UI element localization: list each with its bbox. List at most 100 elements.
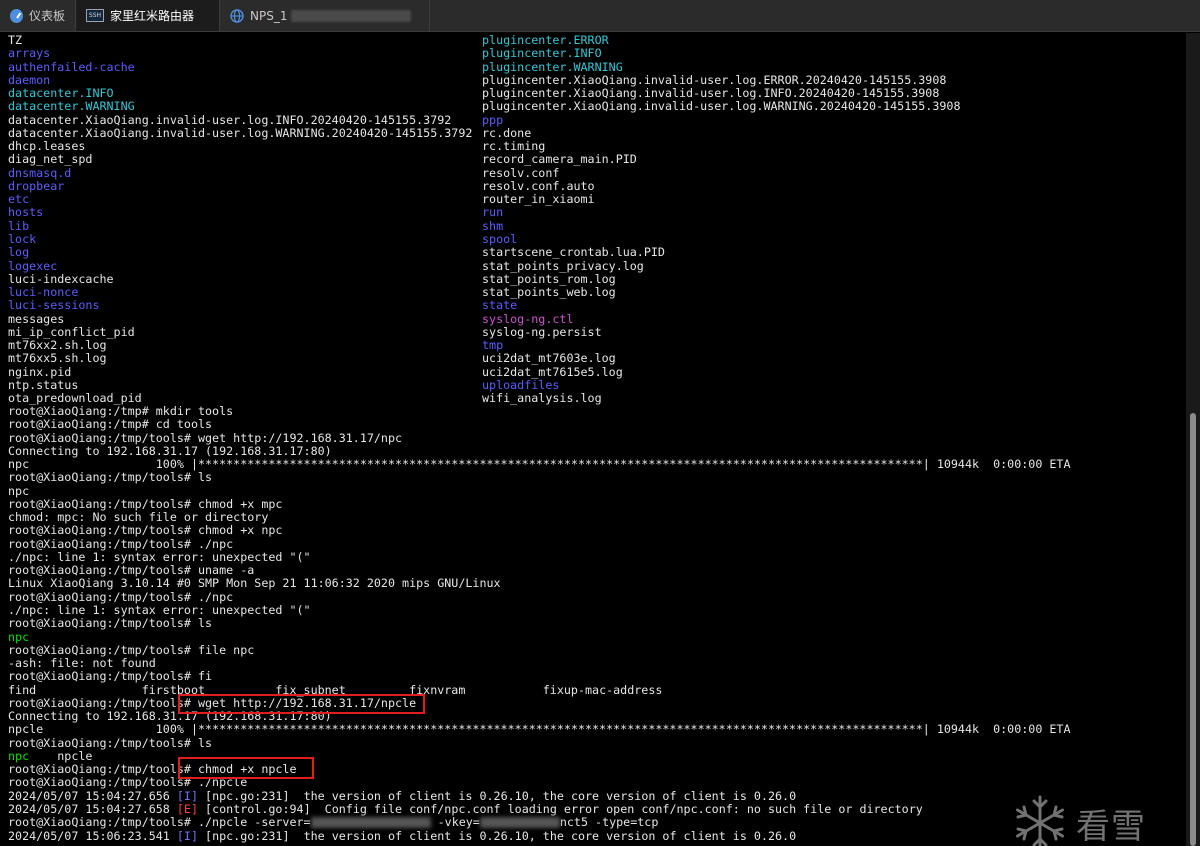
shell-session: root@XiaoQiang:/tmp# mkdir tools root@Xia… [8,404,1180,843]
ssh-icon: SSH [86,9,104,22]
listing-entry: router_in_xiaomi [482,192,595,207]
listing-entry: log [8,245,30,260]
listing-entry: state [482,298,518,313]
terminal-text: root@XiaoQiang:/tmp/tools# ls [8,470,213,485]
listing-entry: startscene_crontab.lua.PID [482,245,665,260]
scrollbar[interactable] [1186,33,1200,846]
terminal-text: find firstboot fix_subnet fixnvram fixup… [8,682,663,697]
terminal-text: root@XiaoQiang:/tmp/tools# ./npc [8,536,234,551]
terminal-line: Connecting to 192.168.31.17 (192.168.31.… [8,443,1180,458]
listing-entry: plugincenter.ERROR [482,33,609,47]
terminal-text: [E] [176,801,199,816]
terminal-line: npc [8,629,1180,644]
terminal-text: Connecting to 192.168.31.17 (192.168.31.… [8,443,332,458]
listing-entry: TZ [8,33,23,47]
terminal-line: ./npc: line 1: syntax error: unexpected … [8,602,1180,617]
listing-entry: uploadfiles [482,377,560,392]
tab-bar: 仪表板 SSH 家里红米路由器 NPS_1 [0,0,1200,32]
listing-entry: syslog-ng.ctl [482,311,574,326]
listing-entry: etc [8,192,30,207]
tab-dashboard[interactable]: 仪表板 [0,0,76,31]
listing-entry: lib [8,218,30,233]
watermark-text: 看雪 [1076,806,1146,846]
terminal-line: root@XiaoQiang:/tmp/tools# file npc [8,643,1180,657]
terminal-text: root@XiaoQiang:/tmp/tools# ./npc [8,589,234,604]
terminal-line: npc npcle [8,748,1180,763]
globe-icon [230,8,244,23]
listing-entry: rc.timing [482,139,546,154]
terminal-text: root@XiaoQiang:/tmp/tools# chmod +x mpc [8,496,283,511]
terminal-output[interactable]: TZ arrays authenfailed-cache daemon datacent… [0,33,1186,846]
listing-entry: record_camera_main.PID [482,152,637,167]
terminal-text: ./npc: line 1: syntax error: unexpected … [8,602,311,617]
tab-nps[interactable]: NPS_1 [220,0,430,31]
listing-entry: ppp [482,112,504,127]
terminal-line: ./npc: line 1: syntax error: unexpected … [8,550,1180,564]
listing-entry: datacenter.XiaoQiang.invalid-user.log.WA… [8,125,473,140]
listing-entry: luci-nonce [8,285,79,300]
listing-entry: stat_points_privacy.log [482,258,644,273]
listing-entry: syslog-ng.persist [482,324,602,339]
listing-entry: wifi_analysis.log [482,391,602,406]
terminal-text: Connecting to 192.168.31.17 (192.168.31.… [8,709,332,724]
terminal-line: root@XiaoQiang:/tmp/tools# chmod +x npc [8,524,1180,537]
listing-entry: diag_net_spd [8,152,93,167]
terminal-text: root@XiaoQiang:/tmp/tools# uname -a [8,563,255,578]
terminal-line: root@XiaoQiang:/tmp/tools# wget http://1… [8,431,1180,445]
terminal-line: Connecting to 192.168.31.17 (192.168.31.… [8,709,1180,724]
listing-entry: mi_ip_conflict_pid [8,324,135,339]
listing-entry: resolv.conf [482,165,560,180]
terminal-line: root@XiaoQiang:/tmp/tools# ls [8,735,1180,750]
terminal-text: root@XiaoQiang:/tmp/tools# chmod +x npcl… [8,762,297,777]
listing-entry: uci2dat_mt7615e5.log [482,364,623,379]
listing-entry: tmp [482,338,504,353]
terminal-text: -ash: file: not found [8,656,156,671]
terminal-text: root@XiaoQiang:/tmp/tools# ./npcle [8,775,248,790]
tab-dashboard-label: 仪表板 [28,9,65,23]
terminal-text: root@XiaoQiang:/tmp/tools# chmod +x npc [8,523,283,538]
terminal-line: Linux XiaoQiang 3.10.14 #0 SMP Mon Sep 2… [8,577,1180,590]
terminal-line: chmod: mpc: No such file or directory [8,510,1180,525]
terminal-line: 2024/05/07 15:04:27.658 [E] [control.go:… [8,801,1180,816]
listing-entry: resolv.conf.auto [482,178,595,193]
terminal-text: root@XiaoQiang:/tmp# mkdir tools [8,404,234,418]
terminal-text: npc [8,629,30,644]
terminal-text: chmod: mpc: No such file or directory [8,510,269,525]
terminal-line: find firstboot fix_subnet fixnvram fixup… [8,682,1180,697]
terminal-line: root@XiaoQiang:/tmp/tools# chmod +x npcl… [8,763,1180,776]
terminal-line: npc [8,484,1180,498]
listing-entry: datacenter.XiaoQiang.invalid-user.log.IN… [8,112,452,127]
terminal-text: 2024/05/07 15:04:27.656 [8,788,177,803]
terminal-text: npc [8,748,30,763]
listing-entry: arrays [8,46,51,61]
terminal-text: root@XiaoQiang:/tmp/tools# fi [8,669,213,684]
terminal-line: root@XiaoQiang:/tmp/tools# ./npcle -serv… [8,816,1180,829]
listing-left-column: TZ arrays authenfailed-cache daemon datacent… [8,33,473,405]
terminal-text: npcle [29,748,93,763]
listing-entry: luci-indexcache [8,271,114,286]
listing-entry: daemon [8,72,51,87]
tab-router-label: 家里红米路由器 [110,9,195,23]
terminal-text: [npc.go:231] the version of client is 0.… [198,828,797,843]
listing-entry: plugincenter.INFO [482,46,602,61]
listing-entry: uci2dat_mt7603e.log [482,351,616,366]
terminal-line: root@XiaoQiang:/tmp/tools# ./npc [8,536,1180,551]
listing-entry: authenfailed-cache [8,59,135,74]
terminal-text: npc 100% |******************************… [8,457,1071,472]
terminal-text: 2024/05/07 15:04:27.658 [8,801,177,816]
scrollbar-thumb[interactable] [1190,413,1196,846]
terminal-text: 2024/05/07 15:06:23.541 [8,828,177,843]
watermark: 看雪 [1010,790,1170,846]
tab-router-ssh[interactable]: SSH 家里红米路由器 [76,0,220,31]
listing-entry: stat_points_web.log [482,285,616,300]
terminal-line: npcle 100% |****************************… [8,723,1180,736]
terminal-line: root@XiaoQiang:/tmp/tools# uname -a [8,564,1180,577]
listing-entry: mt76xx2.sh.log [8,338,107,353]
terminal-text: root@XiaoQiang:/tmp/tools# wget http://1… [8,695,417,710]
terminal-line: root@XiaoQiang:/tmp# mkdir tools [8,404,1180,418]
listing-entry: messages [8,311,65,326]
terminal-text: root@XiaoQiang:/tmp/tools# ls [8,735,213,750]
listing-entry: spool [482,231,518,246]
redacted-area [310,817,431,829]
listing-entry: rc.done [482,125,532,140]
